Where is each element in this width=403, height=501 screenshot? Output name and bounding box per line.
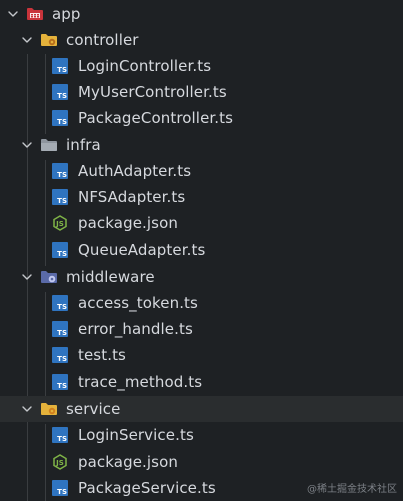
chevron-down-icon[interactable] [20,402,34,416]
file-label: test.ts [78,346,126,364]
tree-folder-controller[interactable]: controller [0,27,403,53]
tree-file[interactable]: TS LoginService.ts [0,422,403,448]
tree-folder-app[interactable]: app [0,1,403,27]
file-label: package.json [78,453,178,471]
typescript-file-icon: TS [52,163,68,179]
typescript-file-icon: TS [52,347,68,363]
folder-label: infra [66,136,101,154]
tree-folder-middleware[interactable]: middleware [0,264,403,290]
folder-label: app [52,5,81,23]
tree-file[interactable]: TS test.ts [0,342,403,368]
svg-text:JS: JS [55,220,64,228]
tree-file[interactable]: TS QueueAdapter.ts [0,237,403,263]
file-label: MyUserController.ts [78,83,227,101]
tree-file[interactable]: TS AuthAdapter.ts [0,158,403,184]
tree-file[interactable]: TS PackageController.ts [0,105,403,131]
typescript-file-icon: TS [52,84,68,100]
file-label: QueueAdapter.ts [78,241,206,259]
file-label: NFSAdapter.ts [78,188,186,206]
typescript-file-icon: TS [52,480,68,496]
typescript-file-icon: TS [52,189,68,205]
typescript-file-icon: TS [52,374,68,390]
chevron-down-icon[interactable] [20,33,34,47]
file-label: AuthAdapter.ts [78,162,192,180]
chevron-down-icon[interactable] [20,138,34,152]
typescript-file-icon: TS [52,427,68,443]
nodejs-file-icon: JS [52,454,68,470]
middleware-folder-icon [40,269,57,285]
tree-file[interactable]: TS NFSAdapter.ts [0,184,403,210]
typescript-file-icon: TS [52,58,68,74]
tree-file[interactable]: TS MyUserController.ts [0,79,403,105]
nodejs-file-icon: JS [52,215,68,231]
folder-label: service [66,400,121,418]
file-label: trace_method.ts [78,373,203,391]
file-label: PackageController.ts [78,109,234,127]
typescript-file-icon: TS [52,295,68,311]
controller-folder-icon [40,32,57,48]
tree-file[interactable]: TS error_handle.ts [0,316,403,342]
typescript-file-icon: TS [52,110,68,126]
folder-icon [40,137,57,153]
file-label: error_handle.ts [78,320,193,338]
service-folder-icon [40,401,57,417]
typescript-file-icon: TS [52,242,68,258]
file-label: PackageService.ts [78,479,216,497]
tree-file[interactable]: JS package.json [0,449,403,475]
file-label: package.json [78,214,178,232]
tree-folder-infra[interactable]: infra [0,132,403,158]
tree-file[interactable]: TS access_token.ts [0,290,403,316]
tree-file[interactable]: TS LoginController.ts [0,53,403,79]
svg-text:JS: JS [55,459,64,467]
tree-file[interactable]: JS package.json [0,210,403,236]
chevron-down-icon[interactable] [6,7,20,21]
typescript-file-icon: TS [52,321,68,337]
watermark: @稀土掘金技术社区 [307,484,397,495]
chevron-down-icon[interactable] [20,270,34,284]
tree-file[interactable]: TS trace_method.ts [0,369,403,395]
file-label: LoginService.ts [78,426,194,444]
folder-label: controller [66,31,139,49]
tree-folder-service[interactable]: service [0,396,403,422]
file-label: access_token.ts [78,294,198,312]
app-folder-icon [26,6,43,22]
file-label: LoginController.ts [78,57,212,75]
folder-label: middleware [66,268,155,286]
file-explorer-tree: app controller TS LoginController.ts TS … [0,0,403,501]
